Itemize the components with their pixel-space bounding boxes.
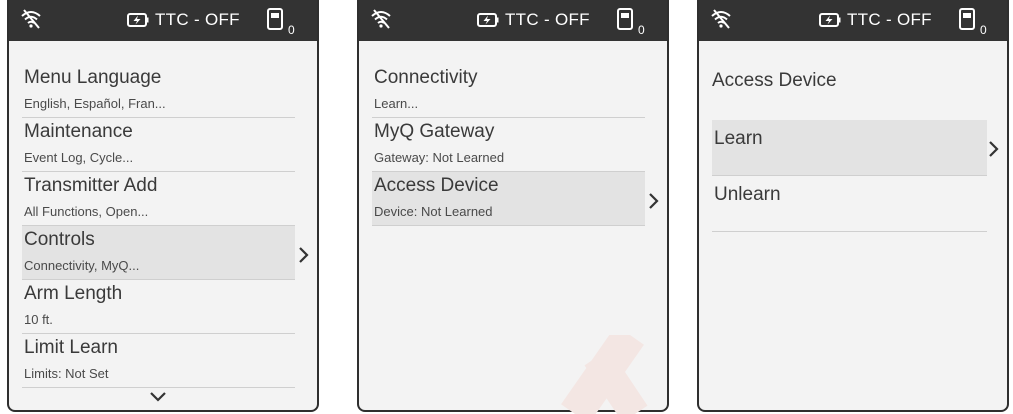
menu-item-title: Connectivity <box>374 67 478 88</box>
menu-item-subtitle: English, Español, Fran... <box>24 96 166 111</box>
menu-item-subtitle: Learn... <box>374 96 419 111</box>
battery-charging-icon <box>819 13 841 27</box>
chevron-down-icon[interactable] <box>149 391 167 403</box>
screen-settings-menu: TTC - OFF 0 Menu Language English, Españ… <box>7 0 319 412</box>
page-title: Access Device <box>712 70 837 91</box>
remote-count: 0 <box>638 23 645 37</box>
menu-item-title: Maintenance <box>24 121 133 142</box>
menu-item-subtitle: Limits: Not Set <box>24 366 109 381</box>
menu-item-menu-language[interactable]: Menu Language English, Español, Fran... <box>22 64 295 118</box>
menu-item-title: Arm Length <box>24 283 123 304</box>
chevron-right-icon[interactable] <box>647 192 659 210</box>
screen-access-device: TTC - OFF 0 Access Device Learn Unlearn <box>697 0 1009 412</box>
menu-item-subtitle: Event Log, Cycle... <box>24 150 134 165</box>
menu-item-maintenance[interactable]: Maintenance Event Log, Cycle... <box>22 118 295 172</box>
battery-charging-icon <box>477 13 499 27</box>
remote-icon <box>959 8 975 30</box>
menu-item-unlearn[interactable]: Unlearn <box>712 176 987 232</box>
chevron-right-icon[interactable] <box>987 140 999 158</box>
menu-item-title: Unlearn <box>714 184 781 205</box>
ttc-status: TTC - OFF <box>155 10 240 29</box>
watermark-logo <box>561 335 648 414</box>
wifi-off-icon <box>711 9 731 29</box>
menu-item-title: Limit Learn <box>24 337 118 358</box>
menu-list: Connectivity Learn... MyQ Gateway Gatewa… <box>372 64 667 226</box>
menu-item-subtitle: 10 ft. <box>24 312 53 327</box>
ttc-status: TTC - OFF <box>847 10 932 29</box>
menu-item-title: Transmitter Add <box>24 175 158 196</box>
menu-item-title: MyQ Gateway <box>374 121 495 142</box>
menu-item-controls[interactable]: Controls Connectivity, MyQ... <box>22 226 295 280</box>
wifi-off-icon <box>371 9 391 29</box>
remote-icon <box>267 8 283 30</box>
menu-item-transmitter-add[interactable]: Transmitter Add All Functions, Open... <box>22 172 295 226</box>
menu-item-title: Learn <box>714 128 763 149</box>
wifi-off-icon <box>21 9 41 29</box>
menu-list: Menu Language English, Español, Fran... … <box>22 64 317 388</box>
menu-item-subtitle: Connectivity, MyQ... <box>24 258 140 273</box>
menu-item-subtitle: Gateway: Not Learned <box>374 150 505 165</box>
menu-item-arm-length[interactable]: Arm Length 10 ft. <box>22 280 295 334</box>
remote-count: 0 <box>980 23 987 37</box>
menu-item-subtitle: Device: Not Learned <box>374 204 493 219</box>
chevron-right-icon[interactable] <box>297 246 309 264</box>
menu-item-limit-learn[interactable]: Limit Learn Limits: Not Set <box>22 334 295 388</box>
menu-item-subtitle: All Functions, Open... <box>24 204 149 219</box>
menu-item-title: Menu Language <box>24 67 162 88</box>
battery-charging-icon <box>127 13 149 27</box>
remote-count: 0 <box>288 23 295 37</box>
status-bar: TTC - OFF 0 <box>9 0 317 41</box>
menu-item-access-device[interactable]: Access Device Device: Not Learned <box>372 172 645 226</box>
menu-item-title: Access Device <box>374 175 499 196</box>
ttc-status: TTC - OFF <box>505 10 590 29</box>
menu-item-learn[interactable]: Learn <box>712 120 987 176</box>
menu-item-connectivity[interactable]: Connectivity Learn... <box>372 64 645 118</box>
menu-item-myq-gateway[interactable]: MyQ Gateway Gateway: Not Learned <box>372 118 645 172</box>
status-bar: TTC - OFF 0 <box>359 0 667 41</box>
menu-item-title: Controls <box>24 229 95 250</box>
remote-icon <box>617 8 633 30</box>
status-bar: TTC - OFF 0 <box>699 0 1007 41</box>
